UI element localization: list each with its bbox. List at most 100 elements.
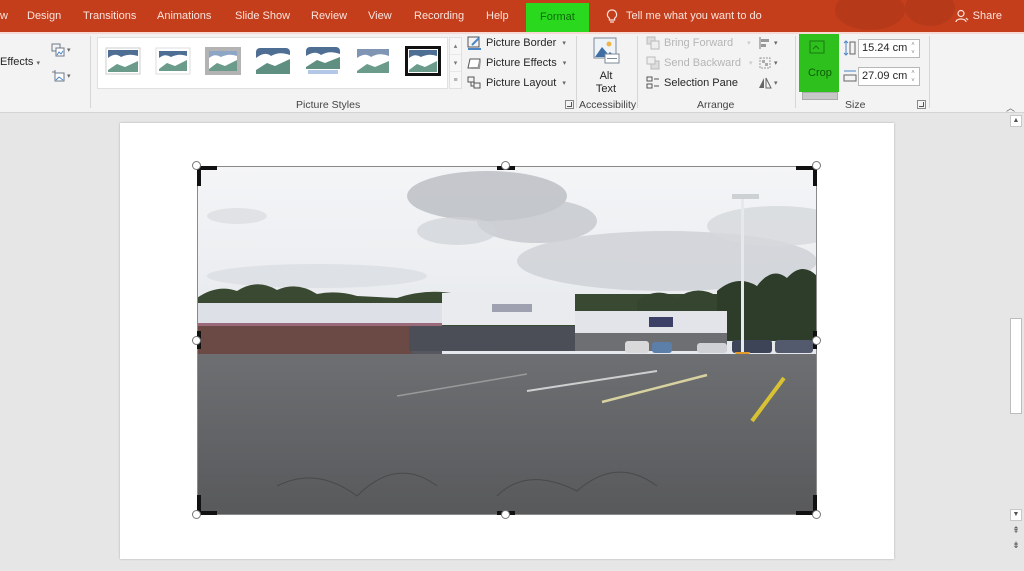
bring-forward-label: Bring Forward (664, 37, 734, 49)
align-button[interactable]: ▾ (758, 34, 784, 52)
picture-effects-button[interactable]: Picture Effects ▾ (467, 54, 566, 72)
crop-label: Crop (808, 67, 832, 79)
shape-height-icon (843, 40, 856, 56)
picture-style-soft-edge[interactable] (355, 46, 391, 76)
crop-dropdown-button[interactable] (802, 92, 838, 100)
tab-recording[interactable]: Recording (414, 0, 464, 32)
chevron-down-icon: ▾ (67, 47, 71, 54)
gallery-scroll-down-button[interactable]: ▾ (450, 55, 461, 72)
resize-handle-top[interactable] (501, 161, 510, 170)
resize-handle-top-left[interactable] (192, 161, 201, 170)
resize-handle-right[interactable] (812, 336, 821, 345)
chevron-down-icon: ▾ (774, 80, 778, 87)
title-bar-decoration (835, 0, 905, 30)
artistic-effects-button[interactable]: Effects ▾ (0, 56, 40, 68)
arrange-group-label: Arrange (697, 99, 735, 111)
ribbon: Effects ▾ ▾ ▾ ▴ ▾ ≡ Picture Border ▾ Pic… (0, 32, 1024, 113)
resize-handle-bottom[interactable] (501, 510, 510, 519)
tell-me-search[interactable]: Tell me what you want to do (606, 0, 762, 32)
gallery-scroll: ▴ ▾ ≡ (449, 37, 462, 89)
tab-view[interactable]: View (368, 0, 392, 32)
picture-style-thick-black-frame-selected[interactable] (405, 46, 441, 76)
selection-pane-button[interactable]: Selection Pane (646, 74, 738, 92)
group-objects-button[interactable]: ▾ (758, 54, 784, 72)
scroll-thumb[interactable] (1010, 318, 1022, 414)
gallery-scroll-up-button[interactable]: ▴ (450, 38, 461, 55)
chevron-down-icon: ▾ (774, 40, 778, 47)
ribbon-top-border (0, 32, 1024, 34)
picture-style-reflected-rounded[interactable] (305, 46, 341, 76)
picture-style-simple-frame-white[interactable] (105, 46, 141, 76)
accessibility-group-label: Accessibility (579, 99, 637, 111)
format-picture-dialog-launcher[interactable] (565, 100, 574, 109)
rotate-icon (759, 77, 772, 89)
picture-layout-button[interactable]: Picture Layout ▾ (467, 74, 566, 92)
alt-text-button[interactable]: Alt Text (589, 36, 623, 96)
share-button[interactable]: Share (955, 0, 1002, 32)
change-picture-button[interactable]: ▾ (51, 41, 77, 59)
effects-label: Effects (0, 56, 34, 68)
bring-forward-icon (646, 36, 660, 50)
tab-slide-show[interactable]: Slide Show (235, 0, 290, 32)
tab-format[interactable]: Format (526, 3, 589, 32)
alt-text-label-line2: Text (595, 83, 617, 95)
rotate-button[interactable]: ▾ (758, 74, 784, 92)
tab-animations[interactable]: Animations (157, 0, 211, 32)
crop-button[interactable]: Crop (799, 32, 839, 92)
person-icon (955, 9, 969, 23)
size-dialog-launcher[interactable] (917, 100, 926, 109)
tab-transitions[interactable]: Transitions (83, 0, 136, 32)
picture-style-beveled-matte[interactable] (155, 46, 191, 76)
picture-style-rounded-shadow[interactable] (255, 46, 291, 76)
gallery-more-button[interactable]: ≡ (450, 72, 461, 89)
group-separator (576, 36, 577, 108)
alt-text-icon (593, 37, 620, 64)
picture-style-metal-frame[interactable] (205, 46, 241, 76)
shape-width-input[interactable]: 27.09 cm ˄ ˅ (858, 67, 920, 86)
group-separator (929, 36, 930, 108)
picture-styles-gallery (97, 37, 448, 89)
selected-picture[interactable] (197, 166, 817, 515)
resize-handle-bottom-right[interactable] (812, 510, 821, 519)
width-spinner[interactable]: ˄ ˅ (909, 69, 917, 85)
size-group-label: Size (845, 99, 866, 111)
tab-design[interactable]: Design (27, 0, 61, 32)
resize-handle-left[interactable] (192, 336, 201, 345)
send-backward-button[interactable]: Send Backward ▾ (646, 54, 753, 72)
title-bar-decoration (905, 0, 955, 26)
scroll-up-button[interactable]: ▲ (1010, 115, 1022, 127)
height-spinner[interactable]: ˄ ˅ (909, 41, 917, 57)
shape-width-icon (843, 70, 857, 82)
tab-review[interactable]: Review (311, 0, 347, 32)
picture-layout-icon (467, 76, 481, 89)
reset-picture-icon (52, 70, 65, 82)
shape-height-input[interactable]: 15.24 cm ˄ ˅ (858, 39, 920, 58)
scroll-down-button[interactable]: ▼ (1010, 509, 1022, 521)
lightbulb-icon (606, 8, 618, 23)
chevron-down-icon: ▾ (67, 73, 71, 80)
chevron-down-icon: ▾ (749, 60, 753, 67)
tab-previous-partial[interactable]: w (0, 0, 8, 32)
change-picture-icon (51, 43, 65, 57)
next-slide-button[interactable]: ⇟ (1010, 540, 1022, 550)
ribbon-tab-bar (0, 0, 1024, 32)
picture-border-button[interactable]: Picture Border ▾ (467, 34, 566, 52)
picture-border-icon (467, 36, 481, 50)
chevron-down-icon: ▾ (562, 80, 566, 87)
picture-effects-label: Picture Effects (486, 57, 557, 69)
send-backward-label: Send Backward (664, 57, 742, 69)
selection-pane-label: Selection Pane (664, 77, 738, 89)
reset-picture-button[interactable]: ▾ (51, 67, 77, 85)
group-objects-icon (759, 57, 771, 69)
bring-forward-button[interactable]: Bring Forward ▾ (646, 34, 751, 52)
chevron-down-icon: ▾ (36, 60, 41, 67)
selection-pane-icon (646, 76, 659, 89)
previous-slide-button[interactable]: ⇞ (1010, 525, 1022, 535)
chevron-down-icon: ▾ (562, 40, 566, 47)
resize-handle-top-right[interactable] (812, 161, 821, 170)
align-icon (759, 37, 769, 49)
tab-help[interactable]: Help (486, 0, 509, 32)
resize-handle-bottom-left[interactable] (192, 510, 201, 519)
picture-styles-group-label: Picture Styles (296, 99, 361, 111)
group-separator (637, 36, 638, 108)
